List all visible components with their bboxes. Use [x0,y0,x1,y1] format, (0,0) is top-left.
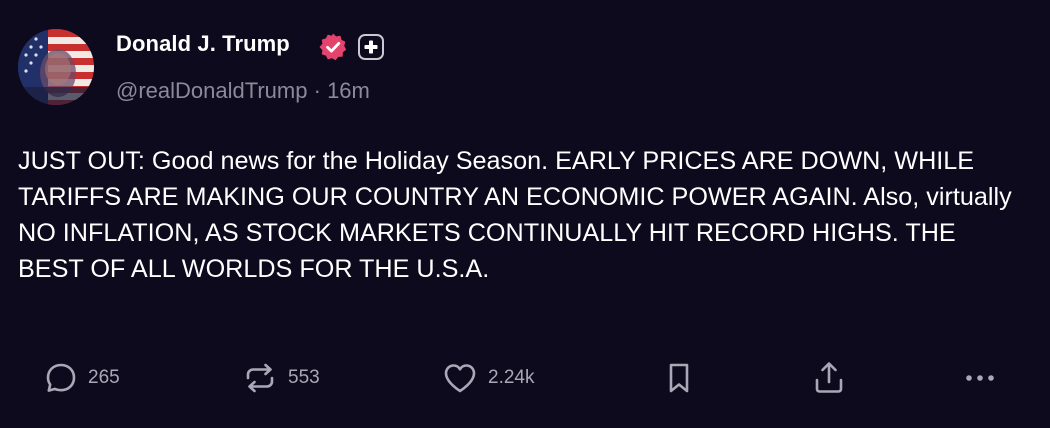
verified-badge-icon [318,32,348,62]
more-button[interactable] [962,358,998,398]
post-text: JUST OUT: Good news for the Holiday Seas… [18,147,1012,283]
separator: · [313,78,321,103]
bookmark-button[interactable] [664,358,694,398]
action-bar: 265 553 2.24k [0,358,1050,398]
more-icon [962,361,998,395]
handle-row: @realDonaldTrump · 16m [116,78,370,104]
share-icon [812,360,846,396]
like-button[interactable]: 2.24k [442,358,534,398]
reply-button[interactable]: 265 [44,358,120,398]
reply-bubble-icon [44,361,78,395]
avatar[interactable] [18,29,94,105]
display-name[interactable]: Donald J. Trump [116,31,290,57]
repost-icon [242,361,278,395]
repost-button[interactable]: 553 [242,358,320,398]
like-count: 2.24k [488,367,535,388]
reply-count: 265 [88,367,120,388]
heart-icon [442,361,478,395]
handle[interactable]: @realDonaldTrump [116,78,307,103]
avatar-image [18,29,94,105]
timestamp[interactable]: 16m [327,78,370,103]
share-button[interactable] [812,358,846,398]
plus-icon[interactable] [358,34,384,60]
bookmark-icon [664,361,694,395]
repost-count: 553 [288,367,320,388]
